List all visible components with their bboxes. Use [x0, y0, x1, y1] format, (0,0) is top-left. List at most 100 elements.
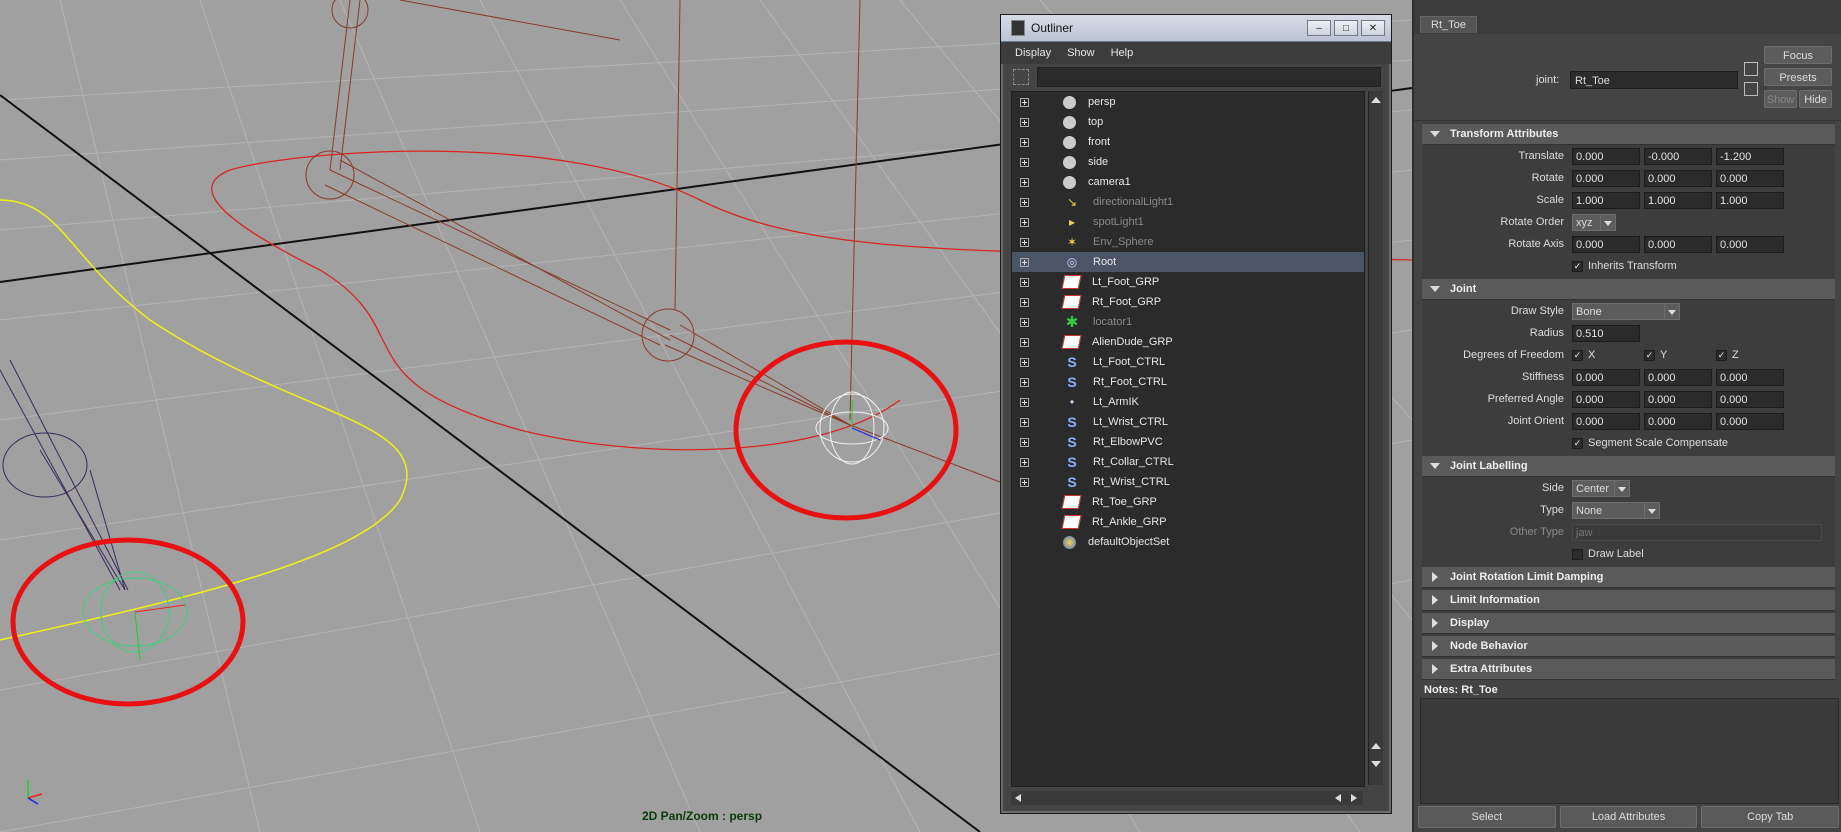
expand-plus-icon[interactable] — [1020, 257, 1029, 267]
outliner-item[interactable]: persp — [1012, 92, 1364, 112]
menu-display[interactable]: Display — [1015, 47, 1051, 59]
section-node-behavior[interactable]: Node Behavior — [1422, 636, 1835, 657]
joint-orient-z-field[interactable]: 0.000 — [1716, 412, 1784, 430]
scroll-page-up-icon[interactable] — [1371, 743, 1381, 749]
show-button[interactable]: Show — [1764, 90, 1797, 108]
outliner-item[interactable]: S Rt_Collar_CTRL — [1012, 452, 1364, 472]
notes-textarea[interactable] — [1420, 698, 1839, 804]
outliner-titlebar[interactable]: Outliner – □ ✕ — [1001, 15, 1391, 42]
expand-plus-icon[interactable] — [1020, 97, 1029, 107]
section-display[interactable]: Display — [1422, 613, 1835, 634]
dof-y-checkbox[interactable]: ✓ Y — [1644, 349, 1716, 361]
segment-scale-compensate-checkbox[interactable]: ✓ Segment Scale Compensate — [1572, 437, 1728, 449]
tab-rt-toe[interactable]: Rt_Toe — [1420, 16, 1477, 33]
inherits-transform-checkbox[interactable]: ✓ Inherits Transform — [1572, 260, 1677, 272]
joint-orient-x-field[interactable]: 0.000 — [1572, 412, 1640, 430]
rotate-z-field[interactable]: 0.000 — [1716, 169, 1784, 187]
preferred-angle-x-field[interactable]: 0.000 — [1572, 390, 1640, 408]
scale-x-field[interactable]: 1.000 — [1572, 191, 1640, 209]
rotate-axis-y-field[interactable]: 0.000 — [1644, 235, 1712, 253]
outliner-item[interactable]: Rt_Toe_GRP — [1012, 492, 1364, 512]
go-to-output-icon[interactable] — [1744, 82, 1758, 96]
expand-plus-icon[interactable] — [1020, 337, 1029, 347]
expand-plus-icon[interactable] — [1020, 477, 1029, 487]
outliner-search-input[interactable] — [1037, 67, 1381, 87]
section-joint[interactable]: Joint — [1422, 279, 1835, 300]
draw-label-checkbox[interactable]: Draw Label — [1572, 548, 1644, 560]
scroll-down-icon[interactable] — [1371, 761, 1381, 767]
expand-plus-icon[interactable] — [1020, 357, 1029, 367]
outliner-item[interactable]: S Rt_Foot_CTRL — [1012, 372, 1364, 392]
outliner-item[interactable]: S Lt_Foot_CTRL — [1012, 352, 1364, 372]
menu-help[interactable]: Help — [1111, 47, 1134, 59]
expand-plus-icon[interactable] — [1020, 297, 1029, 307]
outliner-item[interactable]: front — [1012, 132, 1364, 152]
outliner-item[interactable]: AlienDude_GRP — [1012, 332, 1364, 352]
stiffness-x-field[interactable]: 0.000 — [1572, 368, 1640, 386]
outliner-window[interactable]: Outliner – □ ✕ Display Show Help persp to… — [1000, 14, 1392, 814]
joint-orient-y-field[interactable]: 0.000 — [1644, 412, 1712, 430]
left-toe-joint[interactable] — [82, 571, 188, 661]
rotate-axis-z-field[interactable]: 0.000 — [1716, 235, 1784, 253]
rotate-y-field[interactable]: 0.000 — [1644, 169, 1712, 187]
expand-plus-icon[interactable] — [1020, 397, 1029, 407]
scroll-up-icon[interactable] — [1371, 97, 1381, 103]
stiffness-y-field[interactable]: 0.000 — [1644, 368, 1712, 386]
outliner-item[interactable]: side — [1012, 152, 1364, 172]
expand-plus-icon[interactable] — [1020, 117, 1029, 127]
scale-y-field[interactable]: 1.000 — [1644, 191, 1712, 209]
go-to-input-icon[interactable] — [1744, 62, 1758, 76]
translate-x-field[interactable]: 0.000 — [1572, 147, 1640, 165]
expand-plus-icon[interactable] — [1020, 277, 1029, 287]
outliner-item[interactable]: ✱ locator1 — [1012, 312, 1364, 332]
filter-icon[interactable] — [1013, 69, 1029, 85]
dof-x-checkbox[interactable]: ✓ X — [1572, 349, 1644, 361]
expand-plus-icon[interactable] — [1020, 137, 1029, 147]
preferred-angle-y-field[interactable]: 0.000 — [1644, 390, 1712, 408]
outliner-item[interactable]: ↘ directionalLight1 — [1012, 192, 1364, 212]
scroll-right-icon[interactable] — [1351, 794, 1357, 802]
outliner-item[interactable]: camera1 — [1012, 172, 1364, 192]
outliner-item[interactable]: Rt_Foot_GRP — [1012, 292, 1364, 312]
outliner-item[interactable]: Lt_Foot_GRP — [1012, 272, 1364, 292]
expand-plus-icon[interactable] — [1020, 217, 1029, 227]
expand-plus-icon[interactable] — [1020, 317, 1029, 327]
rotate-order-dropdown[interactable]: xyz — [1572, 213, 1616, 231]
expand-plus-icon[interactable] — [1020, 437, 1029, 447]
section-extra-attributes[interactable]: Extra Attributes — [1422, 659, 1835, 680]
expand-plus-icon[interactable] — [1020, 457, 1029, 467]
minimize-button[interactable]: – — [1307, 20, 1331, 36]
outliner-item[interactable]: S Lt_Wrist_CTRL — [1012, 412, 1364, 432]
other-type-field[interactable]: jaw — [1572, 523, 1822, 541]
side-dropdown[interactable]: Center — [1572, 479, 1630, 497]
outliner-vertical-scrollbar[interactable] — [1368, 91, 1383, 785]
outliner-item[interactable]: Rt_Ankle_GRP — [1012, 512, 1364, 532]
stiffness-z-field[interactable]: 0.000 — [1716, 368, 1784, 386]
close-button[interactable]: ✕ — [1361, 20, 1385, 36]
radius-field[interactable]: 0.510 — [1572, 324, 1640, 342]
select-button[interactable]: Select — [1418, 806, 1556, 828]
outliner-item[interactable]: defaultObjectSet — [1012, 532, 1364, 552]
scroll-left-icon[interactable] — [1015, 794, 1021, 802]
right-toe-joint[interactable] — [815, 391, 889, 465]
section-joint-labelling[interactable]: Joint Labelling — [1422, 456, 1835, 477]
preferred-angle-z-field[interactable]: 0.000 — [1716, 390, 1784, 408]
dof-z-checkbox[interactable]: ✓ Z — [1716, 349, 1739, 361]
copy-tab-button[interactable]: Copy Tab — [1701, 806, 1840, 828]
expand-plus-icon[interactable] — [1020, 197, 1029, 207]
expand-plus-icon[interactable] — [1020, 177, 1029, 187]
rotate-axis-x-field[interactable]: 0.000 — [1572, 235, 1640, 253]
node-name-field[interactable]: Rt_Toe — [1570, 71, 1738, 89]
rotate-x-field[interactable]: 0.000 — [1572, 169, 1640, 187]
focus-button[interactable]: Focus — [1764, 46, 1832, 64]
expand-plus-icon[interactable] — [1020, 157, 1029, 167]
outliner-item[interactable]: top — [1012, 112, 1364, 132]
section-limit-information[interactable]: Limit Information — [1422, 590, 1835, 611]
outliner-item[interactable]: ▸ spotLight1 — [1012, 212, 1364, 232]
outliner-list[interactable]: persp top front side camera1 ↘ directionalLigh… — [1011, 91, 1365, 787]
outliner-item[interactable]: ✶ Env_Sphere — [1012, 232, 1364, 252]
section-joint-rotation-limit-damping[interactable]: Joint Rotation Limit Damping — [1422, 567, 1835, 588]
outliner-item[interactable]: • Lt_ArmIK — [1012, 392, 1364, 412]
scroll-page-left-icon[interactable] — [1335, 794, 1341, 802]
menu-show[interactable]: Show — [1067, 47, 1095, 59]
